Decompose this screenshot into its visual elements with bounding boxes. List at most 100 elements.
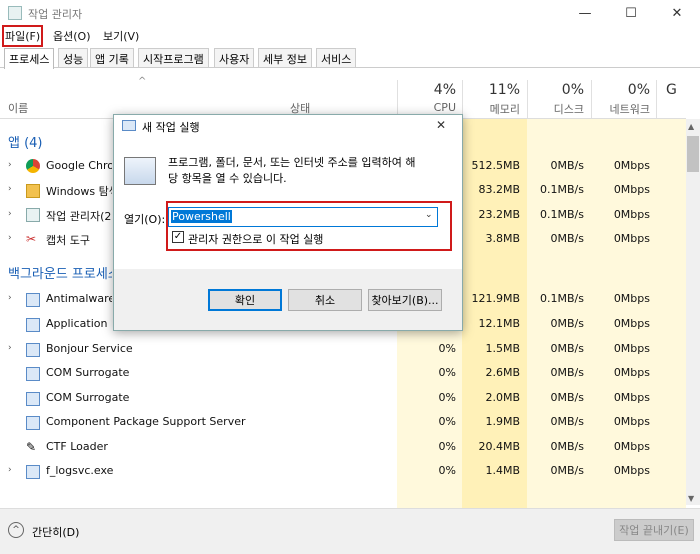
expand-chevron-icon[interactable]: › — [8, 293, 12, 303]
process-icon — [26, 293, 40, 307]
scroll-down-icon[interactable]: ▼ — [688, 494, 694, 503]
disk-value: 0MB/s — [550, 366, 584, 379]
cancel-button[interactable]: 취소 — [288, 289, 362, 311]
menu-options[interactable]: 옵션(O) — [53, 28, 90, 44]
gpu-total: G — [666, 82, 677, 98]
table-row[interactable]: ✎ CTF Loader 0% 20.4MB 0MB/s 0Mbps — [0, 435, 686, 459]
fewer-details-link[interactable]: 간단히(D) — [32, 524, 79, 540]
dialog-title: 새 작업 실행 — [142, 121, 200, 134]
disk-value: 0MB/s — [550, 159, 584, 172]
dropdown-chevron-icon[interactable]: ⌄ — [425, 210, 433, 220]
memory-value: 1.9MB — [485, 415, 520, 428]
open-input-value: Powershell — [171, 210, 232, 223]
vertical-scrollbar[interactable] — [686, 119, 700, 505]
process-icon — [26, 465, 40, 479]
sort-chevron-icon: ^ — [138, 76, 147, 87]
minimize-button[interactable]: — — [562, 0, 608, 26]
tab-performance[interactable]: 성능 — [58, 48, 89, 67]
table-row[interactable]: Component Package Support Server 0% 1.9M… — [0, 410, 686, 434]
open-label: 열기(O): — [124, 213, 166, 226]
cpu-value: 0% — [438, 415, 456, 428]
table-row[interactable]: › Bonjour Service 0% 1.5MB 0MB/s 0Mbps — [0, 337, 686, 361]
maximize-button[interactable]: ☐ — [608, 0, 654, 26]
task-manager-icon — [8, 6, 22, 20]
cpu-value: 0% — [438, 342, 456, 355]
table-row[interactable]: COM Surrogate 0% 2.0MB 0MB/s 0Mbps — [0, 386, 686, 410]
process-icon — [26, 343, 40, 357]
tab-app-history[interactable]: 앱 기록 — [90, 48, 134, 67]
disk-value: 0.1MB/s — [540, 208, 584, 221]
memory-total: 11% — [488, 82, 520, 98]
expand-chevron-icon[interactable]: › — [8, 343, 12, 353]
network-total: 0% — [627, 82, 650, 98]
process-icon — [26, 318, 40, 332]
disk-value: 0MB/s — [550, 317, 584, 330]
process-name: f_logsvc.exe — [46, 464, 114, 477]
expand-chevron-icon[interactable]: › — [8, 184, 12, 194]
process-name: 작업 관리자(2) — [46, 210, 112, 223]
table-row[interactable]: COM Surrogate 0% 2.6MB 0MB/s 0Mbps — [0, 361, 686, 385]
collapse-chevron-icon[interactable]: ^ — [8, 522, 24, 538]
admin-checkbox-label[interactable]: 관리자 권한으로 이 작업 실행 — [188, 231, 323, 247]
tab-startup[interactable]: 시작프로그램 — [138, 48, 209, 67]
memory-value: 2.6MB — [485, 366, 520, 379]
expand-chevron-icon[interactable]: › — [8, 160, 12, 170]
table-row[interactable]: › f_logsvc.exe 0% 1.4MB 0MB/s 0Mbps — [0, 459, 686, 483]
column-network[interactable]: 네트워크 — [580, 101, 650, 117]
disk-value: 0MB/s — [550, 232, 584, 245]
task-manager-icon — [26, 208, 40, 222]
disk-value: 0MB/s — [550, 440, 584, 453]
scrollbar-thumb[interactable] — [687, 136, 699, 172]
open-input[interactable]: Powershell ⌄ — [168, 207, 438, 227]
run-icon — [122, 120, 136, 131]
process-icon — [26, 392, 40, 406]
footer-bar — [0, 508, 700, 554]
expand-chevron-icon[interactable]: › — [8, 465, 12, 475]
ok-button[interactable]: 확인 — [208, 289, 282, 311]
network-value: 0Mbps — [613, 464, 650, 477]
column-disk[interactable]: 디스크 — [514, 101, 584, 117]
chrome-icon — [26, 159, 40, 173]
disk-value: 0.1MB/s — [540, 292, 584, 305]
cpu-value: 0% — [438, 440, 456, 453]
end-task-button[interactable]: 작업 끝내기(E) — [614, 519, 694, 541]
network-value: 0Mbps — [613, 159, 650, 172]
network-value: 0Mbps — [613, 391, 650, 404]
cpu-value: 0% — [438, 391, 456, 404]
expand-chevron-icon[interactable]: › — [8, 233, 12, 243]
disk-value: 0.1MB/s — [540, 183, 584, 196]
admin-checkbox[interactable]: ✓ — [172, 231, 184, 243]
process-icon — [26, 416, 40, 430]
menu-view[interactable]: 보기(V) — [103, 28, 139, 44]
disk-total: 0% — [561, 82, 584, 98]
tab-details[interactable]: 세부 정보 — [258, 48, 312, 67]
memory-value: 1.4MB — [485, 464, 520, 477]
close-button[interactable]: ✕ — [654, 0, 700, 26]
process-name: COM Surrogate — [46, 391, 130, 404]
cpu-value: 0% — [438, 366, 456, 379]
cpu-value: 0% — [438, 464, 456, 477]
process-name: Antimalware Service Executable — [46, 292, 112, 305]
browse-button[interactable]: 찾아보기(B)... — [368, 289, 442, 311]
tab-users[interactable]: 사용자 — [214, 48, 255, 67]
network-value: 0Mbps — [613, 342, 650, 355]
tab-services[interactable]: 서비스 — [316, 48, 357, 67]
memory-value: 1.5MB — [485, 342, 520, 355]
tab-processes[interactable]: 프로세스 — [4, 48, 55, 69]
disk-value: 0MB/s — [550, 415, 584, 428]
network-value: 0Mbps — [613, 317, 650, 330]
column-cpu[interactable]: CPU — [386, 101, 456, 114]
network-value: 0Mbps — [613, 415, 650, 428]
process-name: Google Chrome — [46, 159, 112, 172]
scroll-up-icon[interactable]: ▲ — [688, 122, 694, 131]
process-name: Bonjour Service — [46, 342, 133, 355]
disk-value: 0MB/s — [550, 342, 584, 355]
network-value: 0Mbps — [613, 440, 650, 453]
dialog-close-button[interactable]: ✕ — [436, 118, 446, 132]
expand-chevron-icon[interactable]: › — [8, 209, 12, 219]
disk-value: 0MB/s — [550, 391, 584, 404]
snipping-tool-icon: ✂ — [26, 232, 37, 246]
menu-file[interactable]: 파일(F) — [1, 25, 44, 47]
folder-icon — [26, 184, 40, 198]
column-name[interactable]: 이름 — [8, 100, 28, 116]
